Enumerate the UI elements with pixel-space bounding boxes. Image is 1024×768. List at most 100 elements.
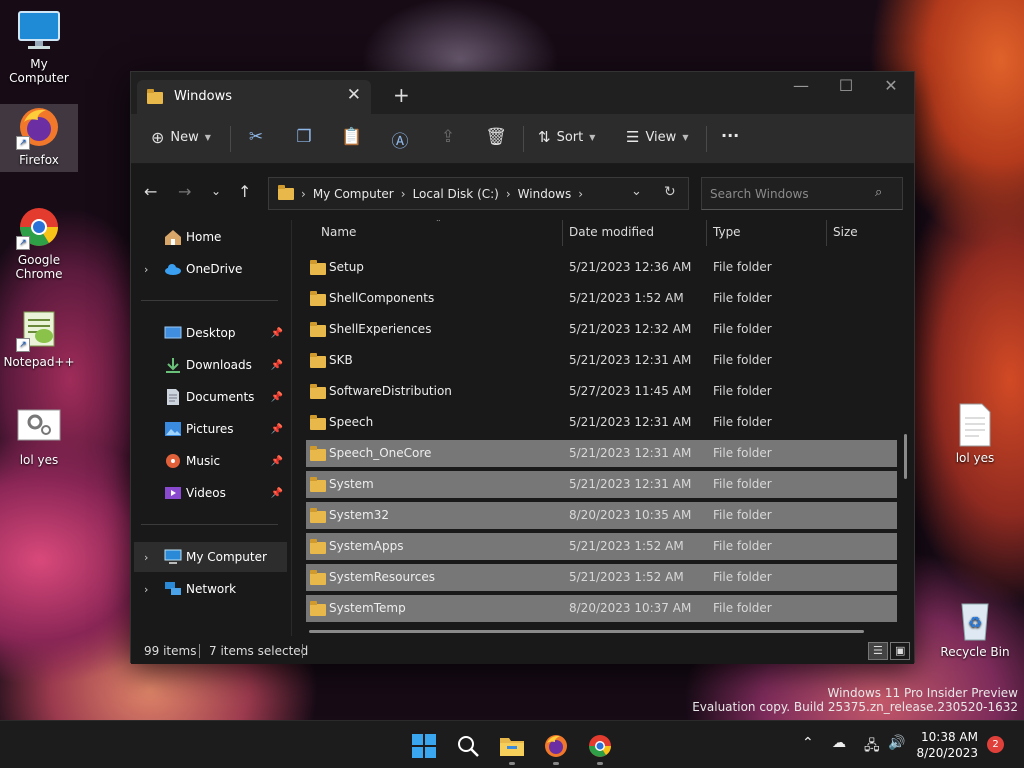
new-tab-button[interactable]: + — [393, 83, 410, 107]
vertical-scrollbar[interactable] — [904, 434, 907, 479]
view-button[interactable]: ☰ View ▼ — [626, 128, 688, 146]
desktop-icon-chrome[interactable]: ↗ Google Chrome — [0, 204, 78, 284]
paste-icon[interactable]: 📋 — [340, 127, 364, 147]
address-bar[interactable]: › My Computer › Local Disk (C:) › Window… — [268, 177, 689, 210]
search-button[interactable] — [455, 733, 481, 759]
sidebar-item-videos[interactable]: Videos 📌 — [134, 478, 287, 508]
start-button[interactable] — [411, 733, 437, 759]
table-row[interactable]: SKB 5/21/2023 12:31 AM File folder — [306, 347, 897, 374]
sidebar-item-network[interactable]: › Network — [134, 574, 287, 604]
maximize-button[interactable]: ☐ — [826, 76, 866, 95]
pin-icon: 📌 — [270, 487, 283, 499]
table-row[interactable]: SoftwareDistribution 5/27/2023 11:45 AM Fi… — [306, 378, 897, 405]
table-row[interactable]: SystemApps 5/21/2023 1:52 AM File folder — [306, 533, 897, 560]
rename-icon[interactable]: Ⓐ — [388, 127, 412, 152]
notification-badge[interactable]: 2 — [987, 736, 1004, 753]
sidebar-item-documents[interactable]: Documents 📌 — [134, 382, 287, 412]
new-button-label: New — [170, 130, 199, 145]
row-date: 5/27/2023 11:45 AM — [569, 384, 692, 398]
breadcrumb-item[interactable]: Windows — [518, 187, 572, 201]
close-window-button[interactable]: ✕ — [871, 76, 911, 95]
details-view-button[interactable]: ☰ — [868, 642, 888, 660]
tiles-view-button[interactable]: ▣ — [890, 642, 910, 660]
row-name: ShellExperiences — [329, 322, 432, 336]
address-dropdown-icon[interactable]: ⌄ — [631, 184, 642, 199]
file-explorer-taskbar-button[interactable] — [499, 733, 525, 759]
table-row[interactable]: Speech_OneCore 5/21/2023 12:31 AM File fol… — [306, 440, 897, 467]
cloud-offline-icon[interactable]: ☁ — [832, 735, 846, 751]
expand-chevron-icon[interactable]: › — [144, 583, 148, 596]
volume-icon[interactable]: 🔊 — [888, 735, 905, 751]
table-row[interactable]: Speech 5/21/2023 12:31 AM File folder — [306, 409, 897, 436]
column-header-name[interactable]: Name — [321, 225, 356, 239]
desktop-icon-firefox[interactable]: ↗ Firefox — [0, 104, 78, 172]
desktop-icon-label: lol yes — [19, 453, 59, 467]
clock[interactable]: 10:38 AM 8/20/2023 — [912, 729, 978, 761]
forward-arrow-icon[interactable]: → — [178, 182, 191, 201]
row-type: File folder — [713, 539, 772, 553]
network-status-icon[interactable]: 🖧 — [864, 735, 880, 759]
firefox-taskbar-button[interactable] — [543, 733, 569, 759]
sidebar-item-music[interactable]: Music 📌 — [134, 446, 287, 476]
table-row[interactable]: System32 8/20/2023 10:35 AM File folder — [306, 502, 897, 529]
title-bar: Windows ✕ + — ☐ ✕ — [131, 72, 914, 114]
breadcrumb-item[interactable]: My Computer — [313, 187, 394, 201]
sort-button[interactable]: ⇅ Sort ▼ — [538, 128, 595, 146]
delete-icon[interactable]: 🗑 — [484, 127, 508, 147]
recent-chevron-icon[interactable]: ⌄ — [211, 184, 221, 198]
sidebar-item-downloads[interactable]: Downloads 📌 — [134, 350, 287, 380]
sidebar-item-desktop[interactable]: Desktop 📌 — [134, 318, 287, 348]
sidebar-item-my-computer[interactable]: › My Computer — [134, 542, 287, 572]
more-options-button[interactable]: ··· — [721, 126, 739, 145]
file-explorer-window: Windows ✕ + — ☐ ✕ ⊕ New ▼ ✂ ❐ 📋 Ⓐ ⇪ 🗑 ⇅ … — [130, 71, 915, 664]
chrome-taskbar-button[interactable] — [587, 733, 613, 759]
sidebar-item-pictures[interactable]: Pictures 📌 — [134, 414, 287, 444]
cut-icon[interactable]: ✂ — [244, 127, 268, 147]
expand-chevron-icon[interactable]: › — [144, 263, 148, 276]
table-row[interactable]: ShellComponents 5/21/2023 1:52 AM File fol… — [306, 285, 897, 312]
table-row[interactable]: SystemResources 5/21/2023 1:52 AM File fol… — [306, 564, 897, 591]
desktop-icon-recycle-bin[interactable]: ♻ Recycle Bin — [936, 596, 1014, 662]
sidebar-item-label: Pictures — [186, 422, 234, 436]
chevron-down-icon: ▼ — [682, 132, 689, 142]
table-row[interactable]: Setup 5/21/2023 12:36 AM File folder — [306, 254, 897, 281]
refresh-icon[interactable]: ↻ — [664, 184, 676, 200]
desktop-icon-my-computer[interactable]: My Computer — [0, 8, 78, 85]
tab-windows[interactable]: Windows ✕ — [137, 80, 371, 114]
row-type: File folder — [713, 570, 772, 584]
search-input[interactable] — [701, 177, 903, 210]
back-arrow-icon[interactable]: ← — [144, 182, 157, 201]
table-row[interactable]: SystemTemp 8/20/2023 10:37 AM File folder — [306, 595, 897, 622]
sidebar-item-label: Home — [186, 230, 222, 244]
minimize-button[interactable]: — — [781, 76, 821, 95]
sidebar-item-onedrive[interactable]: › OneDrive — [134, 254, 287, 284]
expand-chevron-icon[interactable]: › — [144, 551, 148, 564]
table-row[interactable]: System 5/21/2023 12:31 AM File folder — [306, 471, 897, 498]
folder-icon — [310, 415, 326, 430]
show-hidden-icons-chevron[interactable]: ⌃ — [802, 735, 814, 751]
table-row[interactable]: ShellExperiences 5/21/2023 12:32 AM File f… — [306, 316, 897, 343]
column-header-size[interactable]: Size — [833, 225, 858, 239]
new-button[interactable]: ⊕ New ▼ — [151, 128, 211, 147]
up-arrow-icon[interactable]: ↑ — [238, 182, 251, 201]
desktop-icon-notepadpp[interactable]: ↗ Notepad++ — [0, 306, 78, 369]
folder-icon — [310, 446, 326, 461]
home-icon — [164, 229, 182, 245]
settings-file-icon — [16, 404, 62, 450]
share-icon[interactable]: ⇪ — [436, 127, 460, 147]
notepadpp-icon: ↗ — [16, 306, 62, 352]
column-header-type[interactable]: Type — [713, 225, 741, 239]
shortcut-arrow-icon: ↗ — [16, 136, 30, 150]
breadcrumb-item[interactable]: Local Disk (C:) — [413, 187, 499, 201]
sidebar-item-home[interactable]: Home — [134, 222, 287, 252]
pin-icon: 📌 — [270, 423, 283, 435]
horizontal-scrollbar[interactable] — [309, 630, 864, 633]
row-name: System — [329, 477, 374, 491]
column-header-date[interactable]: Date modified — [569, 225, 654, 239]
copy-icon[interactable]: ❐ — [292, 127, 316, 147]
row-name: Setup — [329, 260, 364, 274]
desktop-icon-lol-yes-left[interactable]: lol yes — [0, 404, 78, 467]
close-tab-icon[interactable]: ✕ — [347, 85, 361, 105]
folder-icon — [310, 508, 326, 523]
desktop-icon-lol-yes-right[interactable]: lol yes — [936, 402, 1014, 465]
